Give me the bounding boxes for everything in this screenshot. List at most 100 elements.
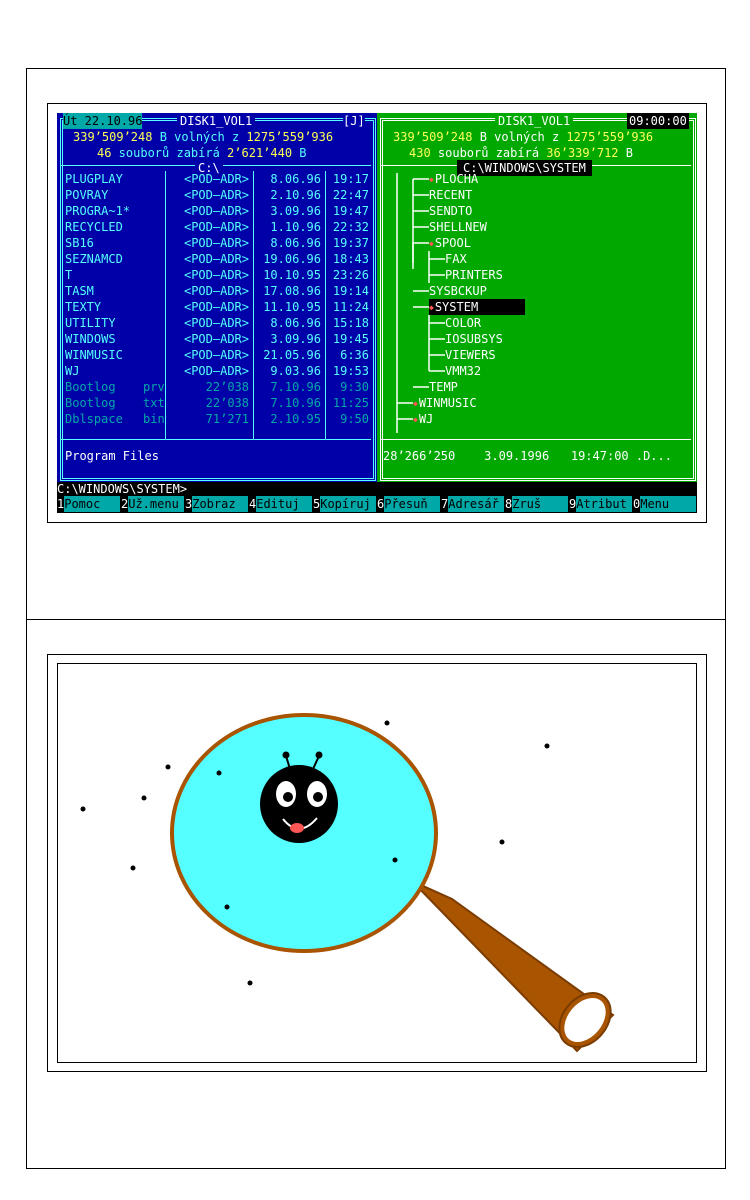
file-date: 10.10.95 <box>263 268 321 282</box>
file-row[interactable]: WJ <POD—ADR> 9.03.96 19:53 <box>57 363 377 379</box>
file-name: TEXTY <box>65 300 102 314</box>
file-size: <POD—ADR> <box>183 252 249 266</box>
file-time: 11:24 <box>332 300 369 314</box>
tree-item[interactable]: VMM32 <box>445 363 481 379</box>
tree-item-label: SHELLNEW <box>429 220 487 234</box>
tree-item[interactable]: COLOR <box>445 315 481 331</box>
command-line[interactable]: C:\WINDOWS\SYSTEM> <box>57 482 697 496</box>
file-date: 3.09.96 <box>270 204 321 218</box>
magnifier-illustration <box>80 713 615 1053</box>
file-row[interactable]: WINDOWS <POD—ADR> 3.09.96 19:45 <box>57 331 377 347</box>
file-name: UTILITY <box>65 316 116 330</box>
fkey-5[interactable]: 5Kopíruj <box>313 496 377 512</box>
fkey-0[interactable]: 0Menu <box>633 496 697 512</box>
fkey-7[interactable]: 7Adresář <box>441 496 505 512</box>
file-row[interactable]: TEXTY <POD—ADR> 11.10.95 11:24 <box>57 299 377 315</box>
file-size: 22’038 <box>205 380 249 394</box>
fkey-number: 1 <box>57 497 65 511</box>
fkey-6[interactable]: 6Přesuň <box>377 496 441 512</box>
fkey-label: Zruš <box>512 496 569 512</box>
file-date: 2.10.96 <box>270 188 321 202</box>
file-size: 71’271 <box>205 412 249 426</box>
left-volume-label: DISK1_VOL1 <box>177 113 256 129</box>
file-size: <POD—ADR> <box>183 316 249 330</box>
command-prompt: C:\WINDOWS\SYSTEM> <box>57 482 188 496</box>
fkey-3[interactable]: 3Zobraz <box>185 496 249 512</box>
file-date: 3.09.96 <box>270 332 321 346</box>
file-row[interactable]: UTILITY <POD—ADR> 8.06.96 15:18 <box>57 315 377 331</box>
file-size: <POD—ADR> <box>183 236 249 250</box>
file-ext: txt <box>143 396 165 410</box>
tree-item[interactable]: ◆SPOOL <box>429 235 471 251</box>
file-date: 7.10.96 <box>270 396 321 410</box>
tree-item-label: IOSUBSYS <box>445 332 503 346</box>
bullet-icon: ◆ <box>429 303 434 312</box>
file-time: 9:50 <box>340 412 369 426</box>
file-time: 19:53 <box>332 364 369 378</box>
file-name: WINMUSIC <box>65 348 123 362</box>
file-row[interactable]: RECYCLED <POD—ADR> 1.10.96 22:32 <box>57 219 377 235</box>
file-time: 11:25 <box>332 396 369 410</box>
file-time: 19:14 <box>332 284 369 298</box>
file-row[interactable]: T <POD—ADR> 10.10.95 23:26 <box>57 267 377 283</box>
file-date: 21.05.96 <box>263 348 321 362</box>
file-name: Dblspace <box>65 412 123 426</box>
tree-item[interactable]: ◆PLOCHA <box>429 171 478 187</box>
fkey-4[interactable]: 4Edituj <box>249 496 313 512</box>
fkey-number: 2 <box>121 497 129 511</box>
file-size: <POD—ADR> <box>183 268 249 282</box>
fkey-1[interactable]: 1Pomoc <box>57 496 121 512</box>
fkey-label: Atribut <box>576 496 633 512</box>
tree-item-label: VIEWERS <box>445 348 496 362</box>
file-date: 2.10.95 <box>270 412 321 426</box>
fkey-number: 6 <box>377 497 385 511</box>
file-row[interactable]: Dblspace bin 71’271 2.10.95 9:50 <box>57 411 377 427</box>
file-name: Bootlog <box>65 396 116 410</box>
left-panel[interactable]: Út 22.10.96 DISK1_VOL1 [J] 339’509’248 B… <box>57 113 377 482</box>
fkey-label: Už.menu <box>128 496 185 512</box>
fkey-number: 5 <box>313 497 321 511</box>
tree-item[interactable]: SHELLNEW <box>429 219 487 235</box>
file-row[interactable]: SEZNAMCD <POD—ADR> 19.06.96 18:43 <box>57 251 377 267</box>
file-time: 19:47 <box>332 204 369 218</box>
file-row[interactable]: WINMUSIC <POD—ADR> 21.05.96 6:36 <box>57 347 377 363</box>
tree-item[interactable]: VIEWERS <box>445 347 496 363</box>
tree-item-label: SYSBCKUP <box>429 284 487 298</box>
tree-item[interactable]: TEMP <box>429 379 458 395</box>
tree-item-label: PLOCHA <box>434 172 479 186</box>
file-row[interactable]: PROGRA~1* <POD—ADR> 3.09.96 19:47 <box>57 203 377 219</box>
file-row[interactable]: Bootlog txt 22’038 7.10.96 11:25 <box>57 395 377 411</box>
file-time: 23:26 <box>332 268 369 282</box>
file-row[interactable]: POVRAY <POD—ADR> 2.10.96 22:47 <box>57 187 377 203</box>
tree-item[interactable]: ◆SYSTEM <box>429 299 525 315</box>
file-row[interactable]: Bootlog prv 22’038 7.10.96 9:30 <box>57 379 377 395</box>
bullet-icon: ◆ <box>413 415 418 424</box>
file-time: 18:43 <box>332 252 369 266</box>
tree-item[interactable]: ◆WINMUSIC <box>413 395 477 411</box>
file-date: 9.03.96 <box>270 364 321 378</box>
left-free-space: 339’509’248 B volných z 1275’559’936 <box>73 130 334 144</box>
tree-item[interactable]: PRINTERS <box>445 267 503 283</box>
tree-item-label: WINMUSIC <box>418 396 477 410</box>
tree-item[interactable]: ◆WJ <box>413 411 433 427</box>
file-size: <POD—ADR> <box>183 364 249 378</box>
tree-item[interactable]: FAX <box>445 251 467 267</box>
tree-item-label: SENDTO <box>429 204 473 218</box>
left-files-summary: 46 souborů zabírá 2’621’440 B <box>97 146 307 160</box>
file-time: 15:18 <box>332 316 369 330</box>
file-row[interactable]: SB16 <POD—ADR> 8.06.96 19:37 <box>57 235 377 251</box>
tree-item[interactable]: SYSBCKUP <box>429 283 487 299</box>
fkey-8[interactable]: 8Zruš <box>505 496 569 512</box>
tree-item[interactable]: IOSUBSYS <box>445 331 503 347</box>
magnifying-glass-icon <box>170 713 615 1053</box>
left-drive-tag[interactable]: [J] <box>343 113 365 129</box>
file-row[interactable]: PLUGPLAY <POD—ADR> 8.06.96 19:17 <box>57 171 377 187</box>
tree-item[interactable]: SENDTO <box>429 203 472 219</box>
file-ext: bin <box>143 412 165 426</box>
tree-item[interactable]: RECENT <box>429 187 472 203</box>
file-size: <POD—ADR> <box>183 204 249 218</box>
right-panel[interactable]: DISK1_VOL1 09:00:00 339’509’248 B volnýc… <box>377 113 697 482</box>
file-row[interactable]: TASM <POD—ADR> 17.08.96 19:14 <box>57 283 377 299</box>
fkey-2[interactable]: 2Už.menu <box>121 496 185 512</box>
fkey-9[interactable]: 9Atribut <box>569 496 633 512</box>
